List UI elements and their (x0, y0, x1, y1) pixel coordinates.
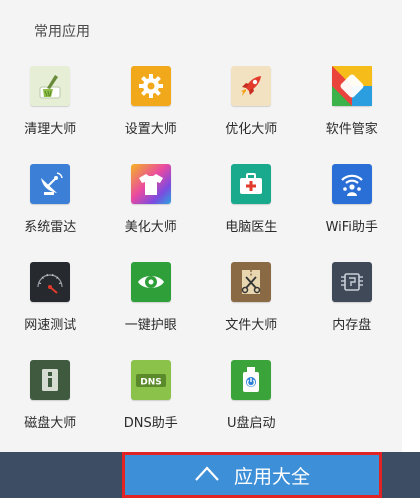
speedometer-icon (30, 262, 71, 302)
app-wifi-assistant[interactable]: WiFi助手 (302, 161, 403, 259)
app-usb-boot[interactable]: U盘启动 (201, 357, 302, 455)
app-dns-assistant[interactable]: DNS DNS助手 (101, 357, 202, 455)
app-file-master[interactable]: 文件大师 (201, 259, 302, 357)
app-optimize-master[interactable]: 优化大师 (201, 63, 302, 161)
memory-chip-icon (331, 262, 372, 302)
svg-text:DNS: DNS (140, 378, 162, 388)
app-label: 内存盘 (332, 318, 372, 333)
app-software-manager[interactable]: 软件管家 (302, 63, 403, 161)
app-system-radar[interactable]: 系统雷达 (0, 161, 101, 259)
app-label: 文件大师 (225, 318, 278, 333)
app-label: 一键护眼 (124, 318, 177, 333)
dns-icon: DNS (130, 360, 171, 400)
app-label: 清理大师 (24, 122, 77, 137)
gear-icon (130, 66, 171, 106)
scissors-file-icon (231, 262, 272, 302)
usb-power-icon (231, 360, 272, 400)
app-ram-disk[interactable]: 内存盘 (302, 259, 403, 357)
app-speed-test[interactable]: 网速测试 (0, 259, 101, 357)
app-label: 网速测试 (24, 318, 77, 333)
app-label: 系统雷达 (24, 220, 77, 235)
app-beautify-master[interactable]: 美化大师 (101, 161, 202, 259)
app-label: DNS助手 (123, 416, 178, 431)
app-label: WiFi助手 (325, 220, 378, 235)
app-grid: 清理大师 设置大师 优化大师 软件管家 系统雷达 美化大师 电脑医生 WiFi助… (0, 63, 402, 455)
app-label: 软件管家 (325, 122, 378, 137)
app-disk-master[interactable]: 磁盘大师 (0, 357, 101, 455)
app-store-icon (331, 66, 372, 106)
app-pc-doctor[interactable]: 电脑医生 (201, 161, 302, 259)
panel-edge (402, 0, 420, 452)
app-label: 磁盘大师 (24, 416, 77, 431)
rocket-icon (231, 66, 272, 106)
broom-icon (30, 66, 71, 106)
app-label: 电脑医生 (225, 220, 278, 235)
up-arrow-icon (195, 466, 219, 481)
app-cleanup-master[interactable]: 清理大师 (0, 63, 101, 161)
app-label: U盘启动 (226, 416, 276, 431)
wifi-person-icon (331, 164, 372, 204)
medical-kit-icon (231, 164, 272, 204)
radar-dish-icon (30, 164, 71, 204)
app-label: 优化大师 (225, 122, 278, 137)
app-label: 设置大师 (124, 122, 177, 137)
tshirt-icon (130, 164, 171, 204)
all-apps-label: 应用大全 (233, 465, 310, 488)
eye-icon (130, 262, 171, 302)
app-eye-care[interactable]: 一键护眼 (101, 259, 202, 357)
app-label: 美化大师 (124, 220, 177, 235)
all-apps-button[interactable]: 应用大全 (122, 452, 382, 498)
app-settings-master[interactable]: 设置大师 (101, 63, 202, 161)
section-title: 常用应用 (34, 24, 90, 40)
disk-icon (30, 360, 71, 400)
